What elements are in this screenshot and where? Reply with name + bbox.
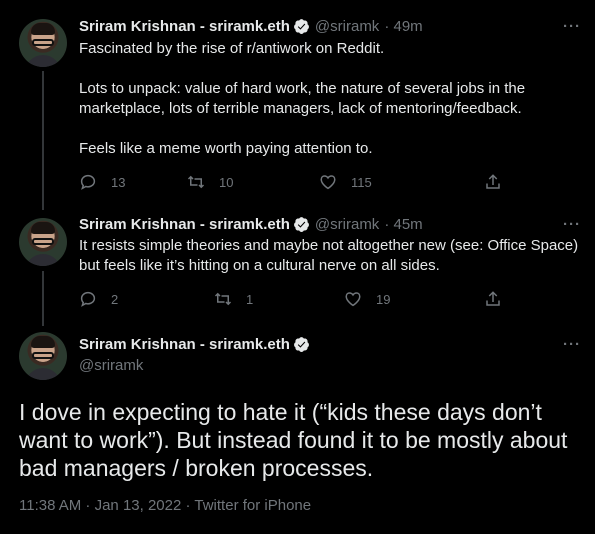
like-icon bbox=[345, 292, 361, 307]
tweet-timestamp[interactable]: 11:38 AM · Jan 13, 2022 · Twitter for iP… bbox=[19, 497, 311, 514]
tweet-2[interactable]: Sriram Krishnan - sriramk.eth @sriramk ·… bbox=[0, 210, 595, 326]
verified-badge-icon bbox=[293, 216, 309, 232]
tweet-text: It resists simple theories and maybe not… bbox=[79, 237, 579, 274]
author-name[interactable]: Sriram Krishnan - sriramk.eth bbox=[79, 336, 290, 353]
avatar[interactable] bbox=[19, 218, 67, 266]
author-handle[interactable]: @sriramk bbox=[315, 18, 379, 35]
reply-icon bbox=[80, 291, 96, 307]
tweet-text: Fascinated by the rise of r/antiwork on … bbox=[79, 40, 526, 157]
like-icon bbox=[320, 175, 336, 190]
share-button[interactable] bbox=[484, 290, 516, 308]
verified-badge-icon bbox=[293, 336, 309, 352]
tweet-time[interactable]: · 45m bbox=[384, 216, 422, 233]
verified-badge-icon bbox=[293, 18, 309, 34]
reply-button[interactable]: 2 bbox=[79, 290, 118, 308]
avatar[interactable] bbox=[19, 332, 67, 380]
tweet-header: Sriram Krishnan - sriramk.eth @sriramk ·… bbox=[79, 214, 423, 234]
tweet-actions: 2 1 19 bbox=[79, 290, 509, 310]
author-handle[interactable]: @sriramk bbox=[79, 357, 143, 374]
share-icon bbox=[486, 174, 500, 189]
retweet-count: 10 bbox=[219, 174, 234, 190]
tweet-header: Sriram Krishnan - sriramk.eth bbox=[79, 334, 310, 354]
retweet-icon bbox=[187, 175, 205, 189]
more-icon[interactable]: ··· bbox=[563, 18, 581, 35]
like-button[interactable]: 115 bbox=[319, 173, 372, 191]
reply-count: 2 bbox=[111, 291, 119, 307]
tweet-time[interactable]: · 49m bbox=[384, 18, 422, 35]
author-name[interactable]: Sriram Krishnan - sriramk.eth bbox=[79, 216, 290, 233]
author-name[interactable]: Sriram Krishnan - sriramk.eth bbox=[79, 18, 290, 35]
tweet-actions: 13 10 115 bbox=[79, 173, 509, 193]
share-icon bbox=[486, 291, 500, 306]
like-count: 19 bbox=[376, 291, 391, 307]
retweet-count: 1 bbox=[246, 291, 254, 307]
avatar[interactable] bbox=[19, 19, 67, 67]
author-handle[interactable]: @sriramk bbox=[315, 216, 379, 233]
share-button[interactable] bbox=[484, 173, 516, 191]
reply-button[interactable]: 13 bbox=[79, 173, 125, 191]
reply-icon bbox=[80, 174, 96, 190]
more-icon[interactable]: ··· bbox=[563, 336, 581, 353]
retweet-button[interactable]: 1 bbox=[214, 290, 253, 308]
handle-row: @sriramk bbox=[79, 355, 143, 375]
reply-count: 13 bbox=[111, 174, 126, 190]
retweet-button[interactable]: 10 bbox=[187, 173, 233, 191]
main-tweet-text: I dove in expecting to hate it (“kids th… bbox=[19, 399, 568, 481]
tweet-header: Sriram Krishnan - sriramk.eth @sriramk ·… bbox=[79, 16, 423, 36]
retweet-icon bbox=[214, 292, 232, 306]
like-button[interactable]: 19 bbox=[344, 290, 390, 308]
tweet-1[interactable]: Sriram Krishnan - sriramk.eth @sriramk ·… bbox=[0, 0, 595, 210]
more-icon[interactable]: ··· bbox=[563, 216, 581, 233]
like-count: 115 bbox=[351, 174, 372, 190]
